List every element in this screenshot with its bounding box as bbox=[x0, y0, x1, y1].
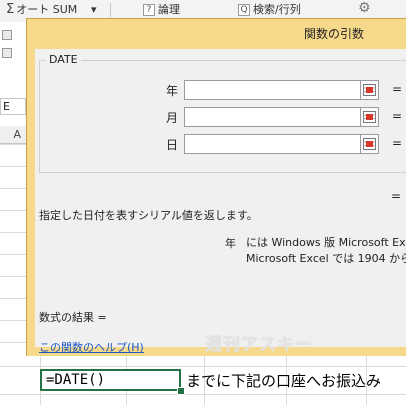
more-functions-icon[interactable]: ⚙ bbox=[358, 0, 371, 16]
collapse-dialog-button-month[interactable] bbox=[360, 107, 379, 127]
dialog-title[interactable]: 関数の引数 bbox=[27, 19, 406, 49]
sigma-icon: Σ bbox=[6, 2, 15, 17]
range-select-icon bbox=[363, 84, 376, 96]
adjacent-cell-text[interactable]: までに下記の口座へお振込み bbox=[186, 370, 381, 391]
grid-row-line bbox=[0, 394, 406, 395]
collapse-dialog-button-day[interactable] bbox=[360, 134, 379, 154]
autosum-label: オート SUM bbox=[16, 3, 78, 16]
function-description: 指定した日付を表すシリアル値を返します。 bbox=[39, 209, 258, 222]
function-arguments-dialog: 関数の引数 DATE 年 = 月 = 日 = = 指定した日付を表すシリアル値を… bbox=[26, 18, 406, 356]
arg-label-year: 年 bbox=[166, 84, 179, 98]
arg-label-month: 月 bbox=[166, 111, 179, 125]
arg-input-day[interactable] bbox=[184, 134, 365, 154]
cell-formula: =DATE() bbox=[46, 372, 106, 388]
autosum-button[interactable]: Σ オート SUM bbox=[6, 2, 77, 18]
formula-result: 数式の結果 = bbox=[39, 311, 107, 324]
column-header-a[interactable]: A bbox=[0, 126, 26, 144]
logic-button[interactable]: ? 論理 bbox=[143, 2, 180, 18]
arg-equals-month: = bbox=[392, 109, 403, 123]
fill-handle[interactable] bbox=[177, 387, 185, 395]
small-toolbar-icon[interactable] bbox=[2, 30, 12, 40]
grid-row-line bbox=[0, 366, 406, 367]
arg-equals-day: = bbox=[392, 136, 403, 150]
dialog-client-area: DATE 年 = 月 = 日 = = 指定した日付を表すシリアル値を返します。 … bbox=[35, 49, 406, 354]
lookup-label: 検索/行列 bbox=[253, 3, 301, 16]
autosum-dropdown[interactable]: ▾ bbox=[91, 2, 97, 18]
function-book-icon: ? bbox=[143, 4, 155, 16]
worksheet-left-strip bbox=[0, 22, 26, 405]
arg-input-month[interactable] bbox=[184, 107, 365, 127]
watermark: 週刊アスキー bbox=[205, 335, 313, 355]
lookup-icon: Q bbox=[238, 4, 250, 16]
logic-label: 論理 bbox=[158, 3, 180, 16]
range-select-icon bbox=[363, 138, 376, 150]
active-cell[interactable]: =DATE() bbox=[40, 369, 181, 391]
range-select-icon bbox=[363, 111, 376, 123]
lookup-button[interactable]: Q 検索/行列 bbox=[238, 2, 301, 18]
collapse-dialog-button-year[interactable] bbox=[360, 80, 379, 100]
function-name: DATE bbox=[46, 53, 81, 66]
function-args-group: DATE 年 = 月 = 日 = bbox=[39, 53, 406, 173]
arg-input-year[interactable] bbox=[184, 80, 365, 100]
small-toolbar-icon[interactable] bbox=[2, 48, 12, 58]
name-box[interactable]: E bbox=[0, 98, 26, 115]
ribbon-divider bbox=[110, 3, 111, 17]
function-result-equals: = bbox=[391, 189, 402, 203]
arg-description-name: 年 bbox=[225, 237, 236, 250]
arg-description-text: には Windows 版 Microsoft Ex Microsoft Exce… bbox=[246, 236, 406, 265]
arg-equals-year: = bbox=[392, 82, 403, 96]
chevron-down-icon: ▾ bbox=[91, 3, 97, 16]
function-help-link[interactable]: この関数のヘルプ(H) bbox=[39, 339, 144, 355]
arg-label-day: 日 bbox=[166, 138, 179, 152]
